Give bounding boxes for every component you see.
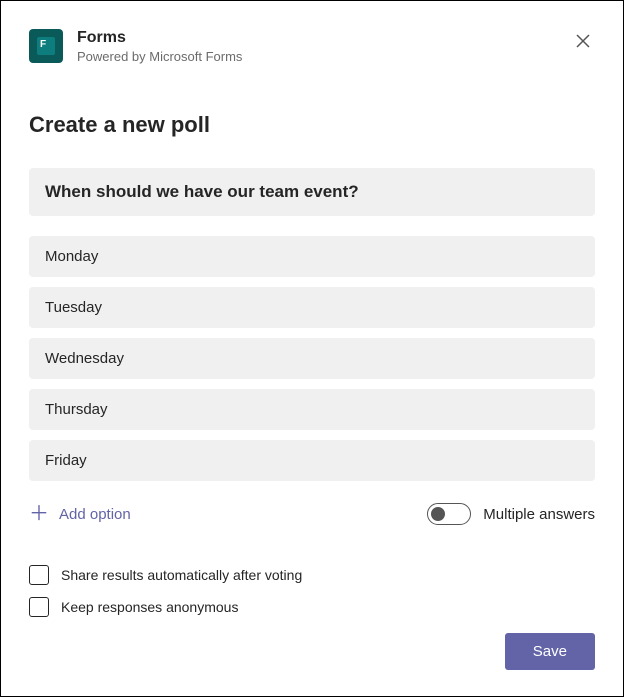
poll-option-input[interactable]	[29, 236, 595, 277]
forms-app-icon: F	[29, 29, 63, 63]
dialog-footer: Save	[29, 633, 595, 670]
multiple-answers-toggle[interactable]	[427, 503, 471, 525]
app-title: Forms	[77, 29, 242, 47]
keep-anonymous-label: Keep responses anonymous	[61, 599, 238, 615]
app-subtitle: Powered by Microsoft Forms	[77, 49, 242, 64]
multiple-answers-group: Multiple answers	[427, 503, 595, 525]
page-title: Create a new poll	[29, 112, 595, 138]
poll-option-input[interactable]	[29, 338, 595, 379]
add-option-button[interactable]: ＋ Add option	[29, 504, 131, 524]
dialog-header: F Forms Powered by Microsoft Forms	[29, 29, 595, 64]
plus-icon: ＋	[29, 504, 49, 524]
header-text: Forms Powered by Microsoft Forms	[77, 29, 242, 64]
keep-anonymous-row: Keep responses anonymous	[29, 597, 595, 617]
options-row: ＋ Add option Multiple answers	[29, 503, 595, 525]
add-option-label: Add option	[59, 506, 131, 523]
close-button[interactable]	[571, 29, 595, 53]
share-results-row: Share results automatically after voting	[29, 565, 595, 585]
poll-option-input[interactable]	[29, 389, 595, 430]
multiple-answers-label: Multiple answers	[483, 506, 595, 523]
keep-anonymous-checkbox[interactable]	[29, 597, 49, 617]
share-results-checkbox[interactable]	[29, 565, 49, 585]
save-button[interactable]: Save	[505, 633, 595, 670]
poll-option-input[interactable]	[29, 440, 595, 481]
share-results-label: Share results automatically after voting	[61, 567, 302, 583]
toggle-knob	[431, 507, 445, 521]
poll-option-input[interactable]	[29, 287, 595, 328]
close-icon	[576, 34, 590, 48]
poll-question-input[interactable]	[29, 168, 595, 216]
